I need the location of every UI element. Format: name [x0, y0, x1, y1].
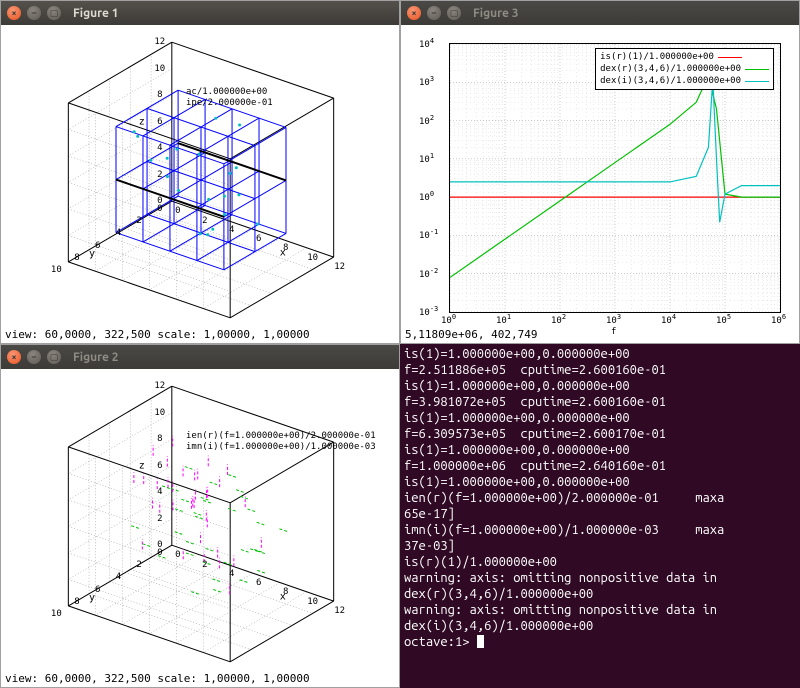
x-tick: 2	[202, 216, 207, 226]
z-tick: 6	[157, 461, 162, 471]
plot-text-label: ac/1.000000e+00	[186, 87, 267, 97]
y-tick: 6	[95, 585, 100, 595]
y-tick: 10-2	[419, 267, 443, 280]
y-tick: 4	[116, 228, 121, 238]
z-tick: 10	[154, 408, 165, 418]
z-axis-label: z	[139, 116, 145, 127]
close-icon[interactable]: ×	[407, 6, 421, 20]
plot-area: is(r)(1)/1.000000e+00dex(r)(3,4,6)/1.000…	[449, 43, 781, 313]
z-tick: 2	[157, 170, 162, 180]
figure-2-status: view: 60,0000, 322,500 scale: 1,00000, 1…	[1, 670, 314, 687]
x-axis-label: f	[611, 327, 616, 337]
x-tick: 2	[202, 560, 207, 570]
z-tick: 12	[154, 381, 165, 391]
x-tick: 4	[229, 569, 234, 579]
x-tick: 10	[307, 253, 318, 263]
x-tick: 104	[661, 313, 676, 326]
terminal-window: is(1)=1.000000e+00,0.000000e+00 f=2.5118…	[400, 344, 800, 688]
plot-text-label: ipe/2.000000e-01	[186, 98, 273, 108]
x-tick: 12	[334, 606, 345, 616]
close-icon[interactable]: ×	[7, 350, 21, 364]
z-tick: 8	[157, 90, 162, 100]
figure-1-plot[interactable]: 0246810120246810120246810zyxac/1.000000e…	[1, 25, 399, 343]
legend-item: dex(r)(3,4,6)/1.000000e+00	[600, 63, 769, 75]
figure-1-title: Figure 1	[73, 7, 119, 20]
figure-1-titlebar[interactable]: × – ▢ Figure 1	[1, 1, 399, 25]
minimize-icon[interactable]: –	[27, 6, 41, 20]
x-tick: 102	[551, 313, 566, 326]
z-tick: 10	[154, 64, 165, 74]
x-tick: 100	[441, 313, 456, 326]
z-tick: 4	[157, 143, 162, 153]
legend-item: dex(i)(3,4,6)/1.000000e+00	[600, 75, 769, 87]
x-axis-label: x	[280, 248, 286, 259]
legend: is(r)(1)/1.000000e+00dex(r)(3,4,6)/1.000…	[595, 48, 774, 90]
z-tick: 12	[154, 37, 165, 47]
x-tick: 106	[771, 313, 786, 326]
y-tick: 10	[51, 265, 62, 275]
figure-1-status: view: 60,0000, 322,500 scale: 1,00000, 1…	[1, 326, 314, 343]
x-axis-label: x	[280, 592, 286, 603]
y-tick: 6	[95, 241, 100, 251]
y-tick: 0	[157, 204, 162, 214]
x-tick: 4	[229, 225, 234, 235]
y-tick: 2	[136, 216, 141, 226]
figure-3-status: 5,11809e+06, 402,749	[401, 326, 541, 343]
x-tick: 0	[175, 550, 180, 560]
z-tick: 2	[157, 514, 162, 524]
y-axis-label: y	[89, 592, 95, 603]
close-icon[interactable]: ×	[7, 6, 21, 20]
y-tick: 10-3	[419, 305, 443, 318]
y-tick: 102	[419, 114, 443, 127]
figure-3-title: Figure 3	[473, 7, 519, 20]
x-tick: 101	[496, 313, 511, 326]
x-tick: 105	[716, 313, 731, 326]
y-tick: 4	[116, 572, 121, 582]
cursor	[477, 635, 484, 648]
figure-2-plot[interactable]: 0246810120246810120246810zyxien(r)(f=1.0…	[1, 369, 399, 687]
y-tick: 0	[157, 548, 162, 558]
y-tick: 8	[74, 253, 79, 263]
terminal[interactable]: is(1)=1.000000e+00,0.000000e+00 f=2.5118…	[400, 344, 800, 688]
figure-3-titlebar[interactable]: × – ▢ Figure 3	[401, 1, 799, 25]
z-tick: 6	[157, 117, 162, 127]
x-tick: 0	[175, 206, 180, 216]
maximize-icon[interactable]: ▢	[47, 6, 61, 20]
z-tick: 4	[157, 487, 162, 497]
plot-text-label: ien(r)(f=1.000000e+00)/2.000000e-01	[186, 431, 376, 441]
y-tick: 2	[136, 560, 141, 570]
y-tick: 104	[419, 37, 443, 50]
figure-2-titlebar[interactable]: × – ▢ Figure 2	[1, 345, 399, 369]
maximize-icon[interactable]: ▢	[47, 350, 61, 364]
x-tick: 10	[307, 597, 318, 607]
y-tick: 103	[419, 75, 443, 88]
figure-2-title: Figure 2	[73, 351, 119, 364]
legend-item: is(r)(1)/1.000000e+00	[600, 51, 769, 63]
y-tick: 10	[51, 609, 62, 619]
z-tick: 8	[157, 434, 162, 444]
x-tick: 6	[256, 234, 261, 244]
figure-2-window: × – ▢ Figure 2 0246810120246810120246810…	[0, 344, 400, 688]
plot-text-label: imn(i)(f=1.000000e+00)/1.000000e-03	[186, 442, 376, 452]
minimize-icon[interactable]: –	[427, 6, 441, 20]
maximize-icon[interactable]: ▢	[447, 6, 461, 20]
minimize-icon[interactable]: –	[27, 350, 41, 364]
x-tick: 6	[256, 578, 261, 588]
x-tick: 12	[334, 262, 345, 272]
figure-3-window: × – ▢ Figure 3 is(r)(1)/1.000000e+00dex(…	[400, 0, 800, 344]
y-tick: 8	[74, 597, 79, 607]
y-tick: 101	[419, 152, 443, 165]
y-tick: 100	[419, 190, 443, 203]
y-axis-label: y	[89, 248, 95, 259]
y-tick: 10-1	[419, 228, 443, 241]
figure-3-plot[interactable]: is(r)(1)/1.000000e+00dex(r)(3,4,6)/1.000…	[401, 25, 799, 343]
figure-1-window: × – ▢ Figure 1 0246810120246810120246810…	[0, 0, 400, 344]
x-tick: 103	[606, 313, 621, 326]
z-axis-label: z	[139, 460, 145, 471]
